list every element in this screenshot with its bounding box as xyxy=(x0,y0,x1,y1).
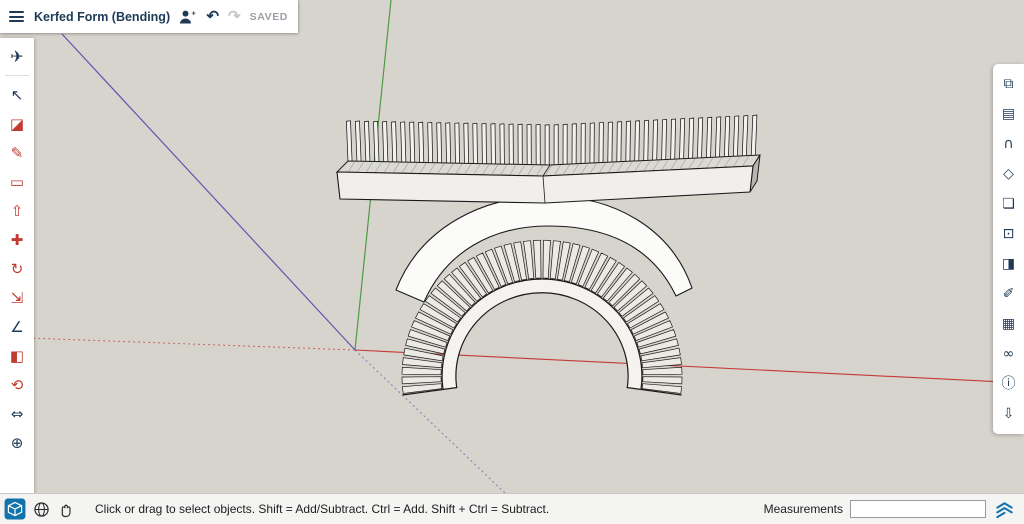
materials-tool-button[interactable]: ◨ xyxy=(993,249,1024,279)
tape-measure-tool-button[interactable]: ∠ xyxy=(0,313,34,342)
styles-icon: ✐ xyxy=(1002,286,1015,302)
shapes-tool-button[interactable]: ▭ xyxy=(0,168,34,197)
instructor-icon: ∩ xyxy=(1003,136,1014,152)
model-info-icon: ⓘ xyxy=(1001,376,1016,392)
soften-edges-tool-button[interactable]: ◇ xyxy=(993,159,1024,189)
sketchup-logo xyxy=(993,498,1016,521)
select-tool-button[interactable]: ↖ xyxy=(0,81,34,110)
redo-button[interactable]: ↷ xyxy=(228,9,241,24)
move-icon: ✚ xyxy=(10,231,24,249)
measurements-input[interactable] xyxy=(850,500,986,518)
3d-warehouse-tool-button[interactable]: ⊡ xyxy=(993,219,1024,249)
entity-info-icon: ⧉ xyxy=(1003,76,1014,92)
materials-icon: ◨ xyxy=(1001,256,1016,272)
push-pull-tool-button[interactable]: ⇧ xyxy=(0,197,34,226)
display-tool-button[interactable]: ∞ xyxy=(993,339,1024,369)
status-bar: Click or drag to select objects. Shift =… xyxy=(0,493,1024,524)
select-icon: ↖ xyxy=(10,86,24,104)
main-menu-button[interactable] xyxy=(0,0,32,33)
components-tool-button[interactable]: ❏ xyxy=(993,189,1024,219)
3d-warehouse-icon: ⊡ xyxy=(1002,226,1015,242)
scale-tool-button[interactable]: ⇲ xyxy=(0,284,34,313)
pan-tool-button[interactable]: ⇔ xyxy=(0,400,34,429)
freehand-icon: ✎ xyxy=(10,144,24,162)
zoom-icon: ⊕ xyxy=(10,434,24,452)
undo-icon: ↶ xyxy=(206,8,220,25)
measurements-label: Measurements xyxy=(763,502,843,516)
eraser-icon: ◪ xyxy=(9,115,25,133)
outliner-tool-button[interactable]: ▤ xyxy=(993,99,1024,129)
freehand-tool-button[interactable]: ✎ xyxy=(0,139,34,168)
export-tool-button[interactable]: ⇩ xyxy=(993,399,1024,429)
airplane-icon: ✈ xyxy=(10,46,24,66)
tool-list: ↖ ◪ ✎ ▭ ⇧ ✚ ↻ ⇲ ∠ ◧ ⟲ ⇔ ⊕ xyxy=(0,81,34,458)
orbit-icon: ⟲ xyxy=(10,376,24,394)
hand-icon xyxy=(61,504,71,517)
sketchup-model-button[interactable] xyxy=(4,498,26,520)
model-title: Kerfed Form (Bending) xyxy=(34,9,171,24)
cube-logo-icon xyxy=(4,498,26,520)
model-info-tool-button[interactable]: ⓘ xyxy=(993,369,1024,399)
kerfed-model-geometry[interactable] xyxy=(335,114,761,396)
tape-measure-icon: ∠ xyxy=(10,318,24,336)
app-header: Kerfed Form (Bending) + ↶ ↷ SAVED xyxy=(0,0,298,33)
tool-hint-text: Click or drag to select objects. Shift =… xyxy=(95,502,550,516)
globe-icon xyxy=(34,501,49,517)
zoom-tool-button[interactable]: ⊕ xyxy=(0,429,34,458)
entity-info-tool-button[interactable]: ⧉ xyxy=(993,69,1024,99)
right-panel-toolbar: ⧉ ▤ ∩ ◇ ❏ ⊡ ◨ ✐ ▦ ∞ ⓘ ⇩ xyxy=(993,64,1024,434)
paint-icon: ◧ xyxy=(9,347,25,365)
person-plus-icon: + xyxy=(180,10,197,23)
toolbar-divider xyxy=(5,75,29,76)
sketchup-swirl-icon xyxy=(996,501,1013,518)
hamburger-icon xyxy=(8,9,24,25)
save-status-badge: SAVED xyxy=(249,10,288,23)
orbit-tool-button[interactable]: ⟲ xyxy=(0,371,34,400)
paint-tool-button[interactable]: ◧ xyxy=(0,342,34,371)
share-model-button[interactable]: ✈ xyxy=(0,42,34,71)
add-collaborator-button[interactable]: + xyxy=(179,10,197,24)
push-pull-icon: ⇧ xyxy=(10,202,24,220)
rotate-tool-button[interactable]: ↻ xyxy=(0,255,34,284)
cursor-mode-button[interactable] xyxy=(57,501,74,518)
panel-list: ⧉ ▤ ∩ ◇ ❏ ⊡ ◨ ✐ ▦ ∞ ⓘ ⇩ xyxy=(993,69,1024,429)
scenes-icon: ▦ xyxy=(1001,316,1016,332)
move-tool-button[interactable]: ✚ xyxy=(0,226,34,255)
outliner-icon: ▤ xyxy=(1001,106,1016,122)
header-actions: + ↶ ↷ SAVED xyxy=(179,9,298,24)
instructor-tool-button[interactable]: ∩ xyxy=(993,129,1024,159)
display-icon: ∞ xyxy=(1002,346,1015,362)
eraser-tool-button[interactable]: ◪ xyxy=(0,110,34,139)
pan-icon: ⇔ xyxy=(10,405,24,423)
soften-edges-icon: ◇ xyxy=(1003,166,1014,182)
styles-tool-button[interactable]: ✐ xyxy=(993,279,1024,309)
shapes-icon: ▭ xyxy=(9,173,25,191)
3d-viewport[interactable] xyxy=(0,0,1024,494)
scale-icon: ⇲ xyxy=(10,289,24,307)
svg-text:+: + xyxy=(192,10,197,17)
geolocation-button[interactable] xyxy=(33,501,50,518)
redo-icon: ↷ xyxy=(228,8,241,25)
left-toolbar: ✈ ↖ ◪ ✎ ▭ ⇧ ✚ ↻ ⇲ ∠ ◧ ⟲ ⇔ ⊕ xyxy=(0,38,34,494)
scenes-tool-button[interactable]: ▦ xyxy=(993,309,1024,339)
export-icon: ⇩ xyxy=(1002,406,1015,422)
rotate-icon: ↻ xyxy=(10,260,24,278)
components-icon: ❏ xyxy=(1002,196,1015,212)
undo-button[interactable]: ↶ xyxy=(206,9,219,24)
